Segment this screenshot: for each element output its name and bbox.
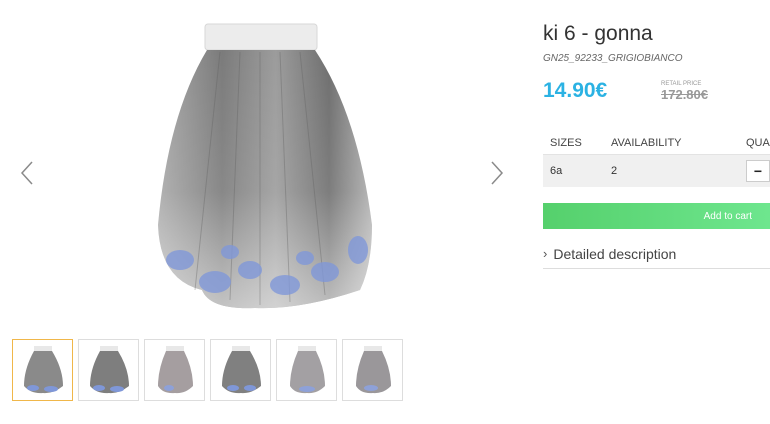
product-price: 14.90€ xyxy=(543,79,608,102)
add-to-cart-button[interactable]: Add to cart xyxy=(543,203,770,229)
size-value: 6a xyxy=(550,165,563,177)
thumbnail-1[interactable] xyxy=(12,339,73,401)
retail-price-block: RETAIL PRICE 172.80€ xyxy=(661,81,708,102)
header-quantity: QUANTITY xyxy=(746,137,770,149)
retail-price: 172.80€ xyxy=(661,87,708,102)
header-sizes: SIZES xyxy=(550,137,582,149)
table-row: 6a 2 − xyxy=(543,155,770,187)
next-image-arrow-icon[interactable] xyxy=(486,160,508,186)
prev-image-arrow-icon[interactable] xyxy=(16,160,38,186)
thumbnail-2[interactable] xyxy=(78,339,139,401)
table-header: SIZES AVAILABILITY QUANTITY xyxy=(543,132,770,155)
thumbnail-5[interactable] xyxy=(276,339,337,401)
quantity-stepper: − xyxy=(746,160,770,182)
product-main-image xyxy=(120,20,390,315)
detailed-description-label: Detailed description xyxy=(553,245,677,262)
product-gallery xyxy=(0,0,520,424)
thumbnail-strip xyxy=(12,339,403,401)
thumbnail-4[interactable] xyxy=(210,339,271,401)
header-availability: AVAILABILITY xyxy=(611,137,682,149)
product-details: ki 6 - gonna GN25_92233_GRIGIOBIANCO 14.… xyxy=(543,0,770,424)
thumbnail-6[interactable] xyxy=(342,339,403,401)
sizes-table: SIZES AVAILABILITY QUANTITY 6a 2 − xyxy=(543,132,770,187)
product-title: ki 6 - gonna xyxy=(543,22,653,45)
product-sku: GN25_92233_GRIGIOBIANCO xyxy=(543,53,683,64)
detailed-description-toggle[interactable]: › Detailed description xyxy=(543,239,770,269)
quantity-decrease-button[interactable]: − xyxy=(746,160,770,182)
availability-value: 2 xyxy=(611,165,618,177)
chevron-right-icon: › xyxy=(543,246,548,261)
thumbnail-3[interactable] xyxy=(144,339,205,401)
